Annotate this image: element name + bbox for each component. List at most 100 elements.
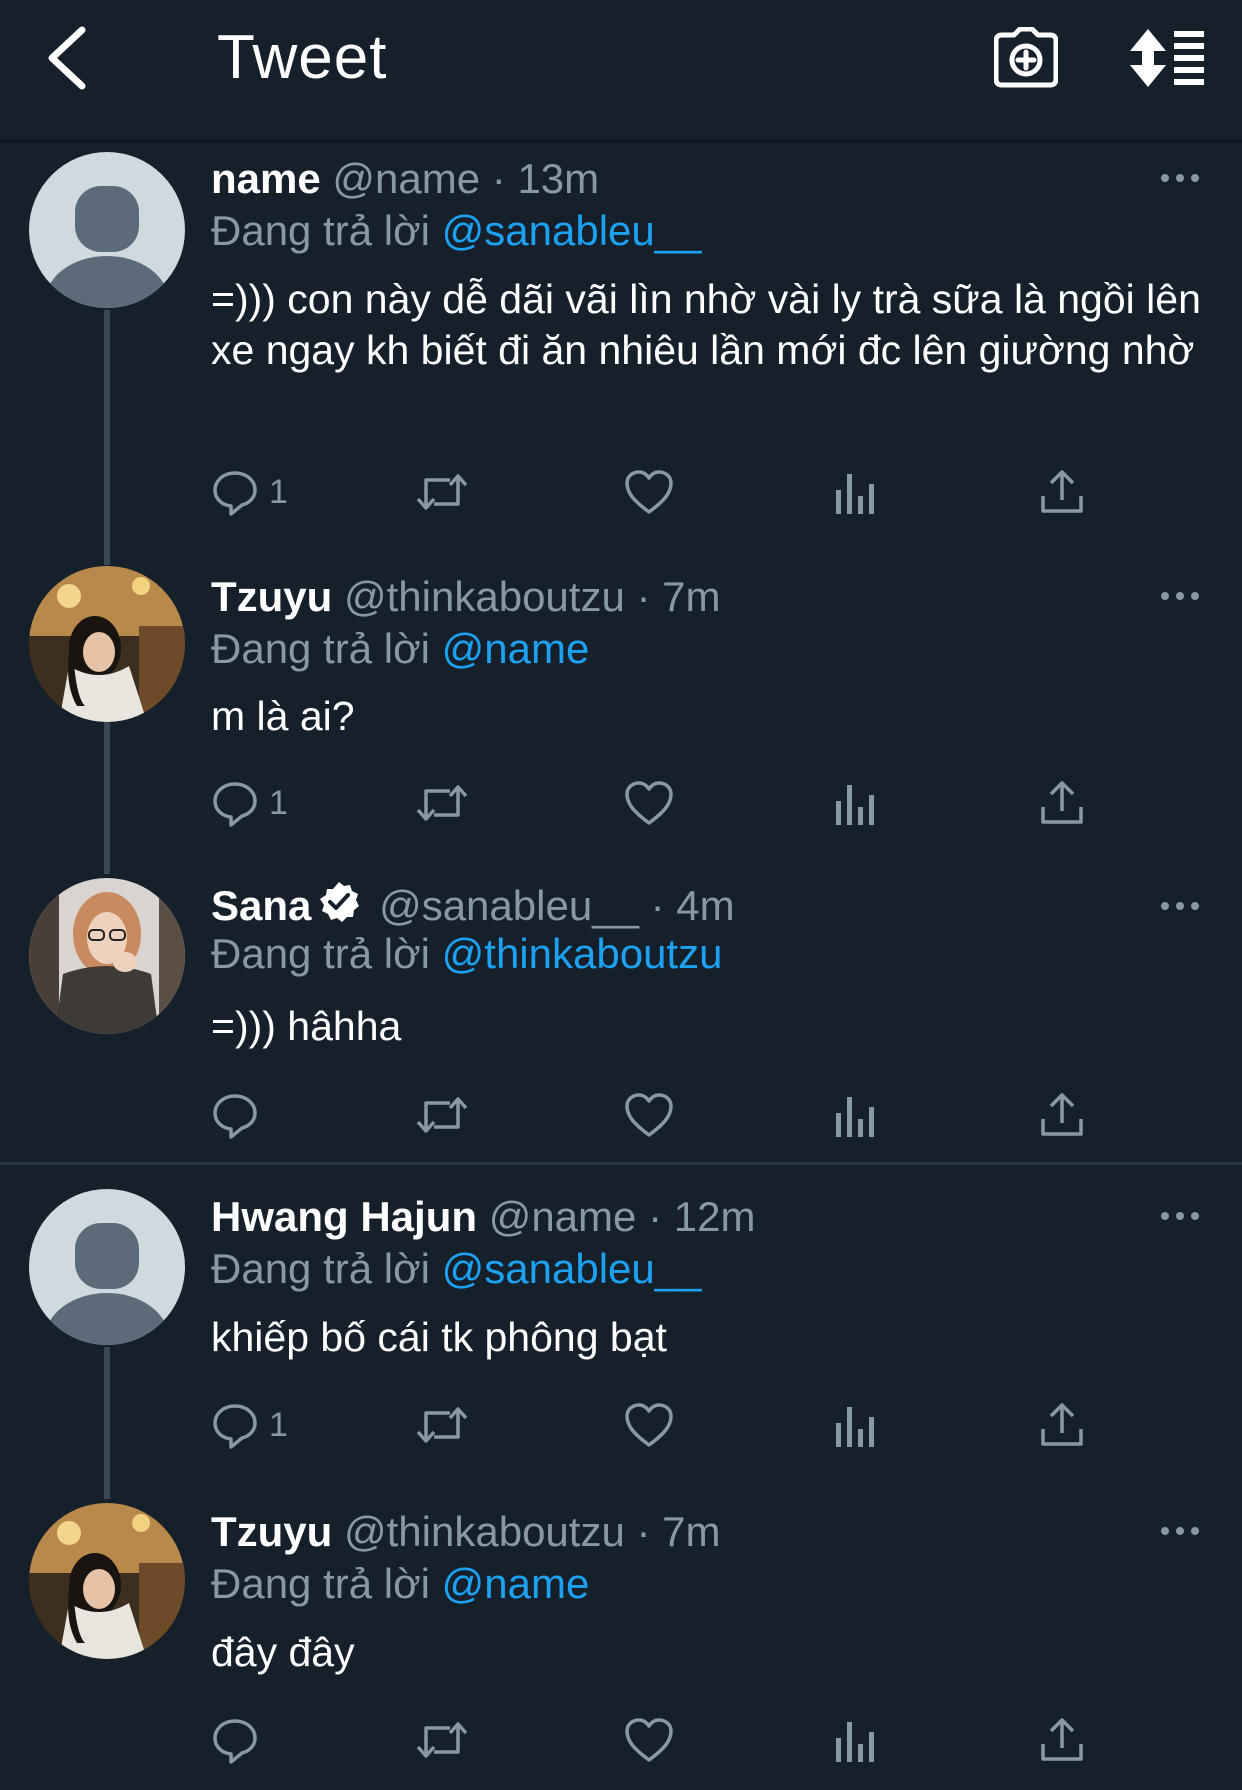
separator-dot: · — [648, 1193, 663, 1240]
replying-to-label: Đang trả lời — [211, 930, 430, 977]
analytics-button[interactable] — [833, 773, 877, 833]
more-icon — [1161, 902, 1199, 910]
analytics-button[interactable] — [833, 1710, 877, 1770]
separator-dot: · — [491, 155, 506, 202]
sort-button[interactable] — [1125, 20, 1211, 96]
more-button[interactable] — [1158, 158, 1202, 198]
tweet-item[interactable]: name @name · 13m Đang trả lời @sanableu_… — [0, 142, 1242, 560]
display-name[interactable]: name — [211, 155, 321, 202]
avatar[interactable] — [29, 1503, 185, 1659]
share-button[interactable] — [1039, 462, 1085, 522]
retweet-icon — [416, 1722, 468, 1758]
reply-count: 1 — [269, 473, 288, 511]
avatar[interactable] — [29, 878, 185, 1034]
retweet-button[interactable] — [414, 1710, 470, 1770]
share-button[interactable] — [1039, 773, 1085, 833]
heart-icon — [625, 470, 673, 514]
retweet-button[interactable] — [414, 462, 470, 522]
retweet-icon — [416, 1097, 468, 1133]
user-handle[interactable]: @thinkaboutzu — [344, 573, 625, 620]
like-button[interactable] — [624, 462, 674, 522]
like-button[interactable] — [624, 1710, 674, 1770]
share-icon — [1041, 1718, 1083, 1761]
analytics-button[interactable] — [833, 1395, 877, 1455]
tweet-header: Tzuyu @thinkaboutzu · 7m — [211, 572, 721, 622]
reply-icon — [213, 471, 257, 516]
analytics-icon — [836, 785, 874, 825]
more-icon — [1161, 1212, 1199, 1220]
camera-button[interactable] — [990, 20, 1062, 96]
analytics-icon — [836, 1722, 874, 1762]
retweet-button[interactable] — [414, 1395, 470, 1455]
mention-link[interactable]: @thinkaboutzu — [442, 930, 723, 977]
default-avatar-icon — [29, 152, 185, 308]
more-icon — [1161, 592, 1199, 600]
tweet-header: Hwang Hajun @name · 12m — [211, 1192, 755, 1242]
avatar[interactable] — [29, 1189, 185, 1345]
retweet-button[interactable] — [414, 1085, 470, 1145]
more-button[interactable] — [1158, 886, 1202, 926]
profile-photo — [29, 566, 185, 722]
share-button[interactable] — [1039, 1395, 1085, 1455]
reply-button[interactable]: 1 — [211, 462, 288, 522]
like-button[interactable] — [624, 1085, 674, 1145]
analytics-button[interactable] — [833, 462, 877, 522]
timestamp: 13m — [517, 155, 600, 202]
display-name[interactable]: Tzuyu — [211, 1508, 332, 1555]
tweet-item[interactable]: Hwang Hajun @name · 12m Đang trả lời @sa… — [0, 1165, 1242, 1495]
retweet-icon — [416, 474, 468, 510]
tweet-actions — [211, 1085, 1111, 1145]
tweet-item[interactable]: Sana @sanableu__ · 4m Đang trả lời @thin… — [0, 870, 1242, 1162]
like-button[interactable] — [624, 1395, 674, 1455]
share-button[interactable] — [1039, 1085, 1085, 1145]
display-name[interactable]: Sana — [211, 882, 311, 929]
timestamp: 7m — [662, 573, 721, 620]
more-button[interactable] — [1158, 1196, 1202, 1236]
like-button[interactable] — [624, 773, 674, 833]
user-handle[interactable]: @sanableu__ — [379, 882, 639, 929]
replying-to-label: Đang trả lời — [211, 1560, 430, 1607]
reply-button[interactable]: 1 — [211, 773, 288, 833]
sort-icon — [1130, 29, 1204, 87]
replying-to: Đang trả lời @thinkaboutzu — [211, 928, 722, 980]
tweet-actions — [211, 1710, 1111, 1770]
display-name[interactable]: Tzuyu — [211, 573, 332, 620]
mention-link[interactable]: @sanableu__ — [442, 207, 702, 254]
more-button[interactable] — [1158, 1511, 1202, 1551]
back-button[interactable] — [36, 22, 96, 94]
analytics-button[interactable] — [833, 1085, 877, 1145]
top-bar: Tweet — [0, 0, 1242, 142]
replying-to: Đang trả lời @name — [211, 623, 589, 675]
analytics-icon — [836, 1097, 874, 1137]
user-handle[interactable]: @name — [489, 1193, 637, 1240]
mention-link[interactable]: @name — [442, 625, 590, 672]
reply-icon — [213, 782, 257, 827]
retweet-icon — [416, 1407, 468, 1443]
camera-add-icon — [994, 27, 1058, 88]
user-handle[interactable]: @thinkaboutzu — [344, 1508, 625, 1555]
share-button[interactable] — [1039, 1710, 1085, 1770]
share-icon — [1041, 470, 1083, 513]
avatar[interactable] — [29, 566, 185, 722]
more-icon — [1161, 174, 1199, 182]
user-handle[interactable]: @name — [332, 155, 480, 202]
heart-icon — [625, 781, 673, 825]
chevron-left-icon — [48, 26, 86, 90]
reply-button[interactable] — [211, 1085, 269, 1145]
retweet-button[interactable] — [414, 773, 470, 833]
reply-button[interactable]: 1 — [211, 1395, 288, 1455]
reply-button[interactable] — [211, 1710, 269, 1770]
replying-to: Đang trả lời @sanableu__ — [211, 1243, 701, 1295]
display-name[interactable]: Hwang Hajun — [211, 1193, 477, 1240]
timestamp: 12m — [673, 1193, 756, 1240]
tweet-item[interactable]: Tzuyu @thinkaboutzu · 7m Đang trả lời @n… — [0, 1495, 1242, 1790]
analytics-icon — [836, 474, 874, 514]
more-button[interactable] — [1158, 576, 1202, 616]
mention-link[interactable]: @name — [442, 1560, 590, 1607]
reply-icon — [213, 1094, 257, 1139]
avatar[interactable] — [29, 152, 185, 308]
replying-to-label: Đang trả lời — [211, 625, 430, 672]
mention-link[interactable]: @sanableu__ — [442, 1245, 702, 1292]
more-icon — [1161, 1527, 1199, 1535]
tweet-item[interactable]: Tzuyu @thinkaboutzu · 7m Đang trả lời @n… — [0, 560, 1242, 870]
